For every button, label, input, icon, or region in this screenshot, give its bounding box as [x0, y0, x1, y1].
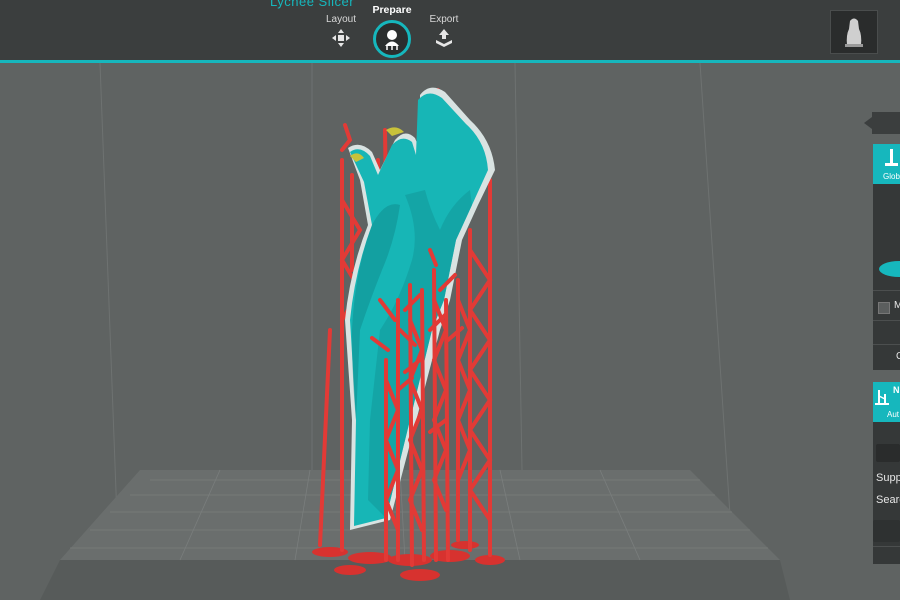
auto-supports-header[interactable]: N Aut: [873, 382, 900, 422]
panel-divider: [873, 320, 900, 321]
move-arrows-icon: [332, 29, 350, 47]
window-title: Lychee Slicer: [270, 0, 355, 9]
auto-supports-action-button[interactable]: [873, 520, 900, 542]
tab-layout[interactable]: Layout: [311, 14, 371, 48]
support-bust-icon: [385, 30, 399, 50]
model-thumbnail-icon: [845, 18, 863, 47]
support-preview-disc: [879, 261, 900, 277]
auto-supports-panel: N Aut Supp Searc: [873, 382, 900, 564]
auto-supports-label: Aut: [887, 410, 900, 419]
tab-export[interactable]: Export: [414, 14, 474, 48]
search-label: Searc: [876, 494, 900, 506]
support-pillar-icon: [885, 149, 898, 166]
panel-divider: [873, 344, 900, 345]
global-supports-header[interactable]: Glob: [873, 144, 900, 184]
3d-viewport[interactable]: [0, 63, 900, 600]
auto-supports-icon: [875, 390, 889, 405]
auto-supports-field[interactable]: [876, 444, 900, 462]
panel-divider: [873, 546, 900, 547]
top-toolbar: Lychee Slicer Layout Prepare Export: [0, 0, 900, 63]
export-tray-icon: [436, 29, 452, 47]
global-supports-panel: Glob M C: [873, 144, 900, 370]
auto-supports-badge: N: [893, 385, 900, 395]
panel-collapse-toggle[interactable]: [864, 112, 900, 134]
supports-density-label: Supp: [876, 472, 900, 484]
model-thumbnail[interactable]: [830, 10, 878, 54]
option-checkbox-label: M: [894, 300, 900, 311]
global-supports-label: Glob: [883, 172, 900, 181]
tab-prepare-label: Prepare: [372, 4, 412, 16]
panel-divider: [873, 290, 900, 291]
option-checkbox[interactable]: [878, 302, 890, 314]
tab-export-label: Export: [429, 14, 459, 25]
option-label[interactable]: C: [896, 351, 900, 362]
tab-prepare[interactable]: [373, 20, 411, 58]
